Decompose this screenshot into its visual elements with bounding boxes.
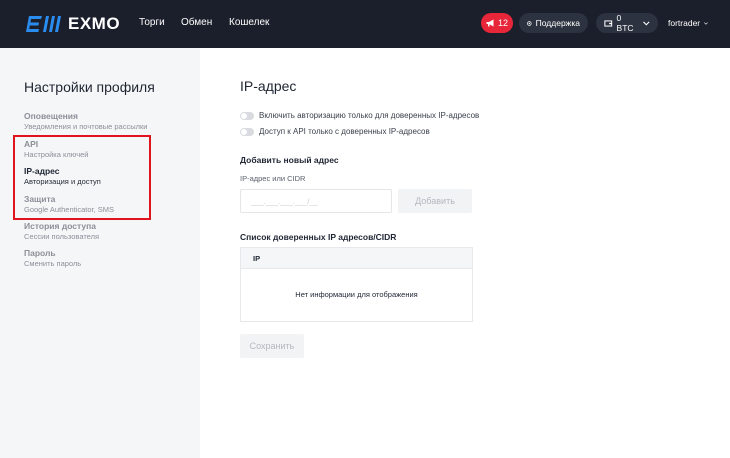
nav-exchange[interactable]: Обмен xyxy=(181,17,212,28)
chevron-down-icon xyxy=(643,21,650,25)
nav-trade[interactable]: Торги xyxy=(139,17,165,28)
toggle-label: Включить авторизацию только для доверенн… xyxy=(259,111,480,120)
toggle-row-trusted-auth: Включить авторизацию только для доверенн… xyxy=(240,111,479,120)
support-button[interactable]: Поддержка xyxy=(519,13,588,33)
wallet-balance-dropdown[interactable]: 0 BTC xyxy=(596,13,658,33)
add-address-heading: Добавить новый адрес xyxy=(240,155,339,165)
wallet-balance: 0 BTC xyxy=(616,13,634,33)
sidebar-item-password[interactable]: Пароль Сменить пароль xyxy=(24,248,194,269)
exmo-logo[interactable]: EXMO xyxy=(26,13,120,35)
sidebar-item-notifications[interactable]: Оповещения Уведомления и почтовые рассыл… xyxy=(24,111,194,132)
wallet-icon xyxy=(604,19,613,27)
trusted-ip-auth-toggle[interactable] xyxy=(240,111,254,120)
username: fortrader xyxy=(668,18,701,28)
ip-address-input[interactable] xyxy=(240,189,392,213)
sidebar-title: Настройки профиля xyxy=(24,79,155,95)
support-label: Поддержка xyxy=(535,18,580,28)
sidebar-item-subtitle: Уведомления и почтовые рассылки xyxy=(24,122,148,131)
add-button[interactable]: Добавить xyxy=(398,189,472,213)
sidebar-item-access-history[interactable]: История доступа Сессии пользователя xyxy=(24,221,194,242)
ip-field-label: IP-адрес или CIDR xyxy=(240,174,306,183)
chevron-down-icon xyxy=(704,21,708,25)
brand-name: EXMO xyxy=(68,14,121,33)
support-icon xyxy=(527,20,532,26)
sidebar-item-title: История доступа xyxy=(24,221,96,231)
toggle-label: Доступ к API только с доверенных IP-адре… xyxy=(259,127,430,136)
nav-wallet[interactable]: Кошелек xyxy=(229,17,269,28)
sidebar-item-title: Пароль xyxy=(24,248,56,258)
table-header-ip: IP xyxy=(241,248,472,269)
trusted-list-heading: Список доверенных IP адресов/CIDR xyxy=(240,232,397,242)
notifications-button[interactable]: 12 xyxy=(481,13,513,33)
trusted-ip-table: IP Нет информации для отображения xyxy=(240,247,473,322)
megaphone-icon xyxy=(486,19,494,27)
table-empty-message: Нет информации для отображения xyxy=(295,290,418,299)
sidebar-item-title: Оповещения xyxy=(24,111,78,121)
toggle-row-api-access: Доступ к API только с доверенных IP-адре… xyxy=(240,127,430,136)
sidebar-item-subtitle: Сменить пароль xyxy=(24,259,82,268)
highlight-annotation-box xyxy=(13,135,151,220)
profile-settings-sidebar: Настройки профиля Оповещения Уведомления… xyxy=(0,48,200,458)
save-button[interactable]: Сохранить xyxy=(240,334,304,358)
user-menu-dropdown[interactable]: fortrader xyxy=(660,13,716,33)
api-trusted-ip-toggle[interactable] xyxy=(240,127,254,136)
top-navigation-bar: EXMO Торги Обмен Кошелек 12 Поддержка 0 … xyxy=(0,0,730,48)
page-title: IP-адрес xyxy=(240,78,297,94)
notifications-count: 12 xyxy=(497,18,508,28)
exmo-logo-icon xyxy=(26,16,61,32)
sidebar-item-subtitle: Сессии пользователя xyxy=(24,232,100,241)
